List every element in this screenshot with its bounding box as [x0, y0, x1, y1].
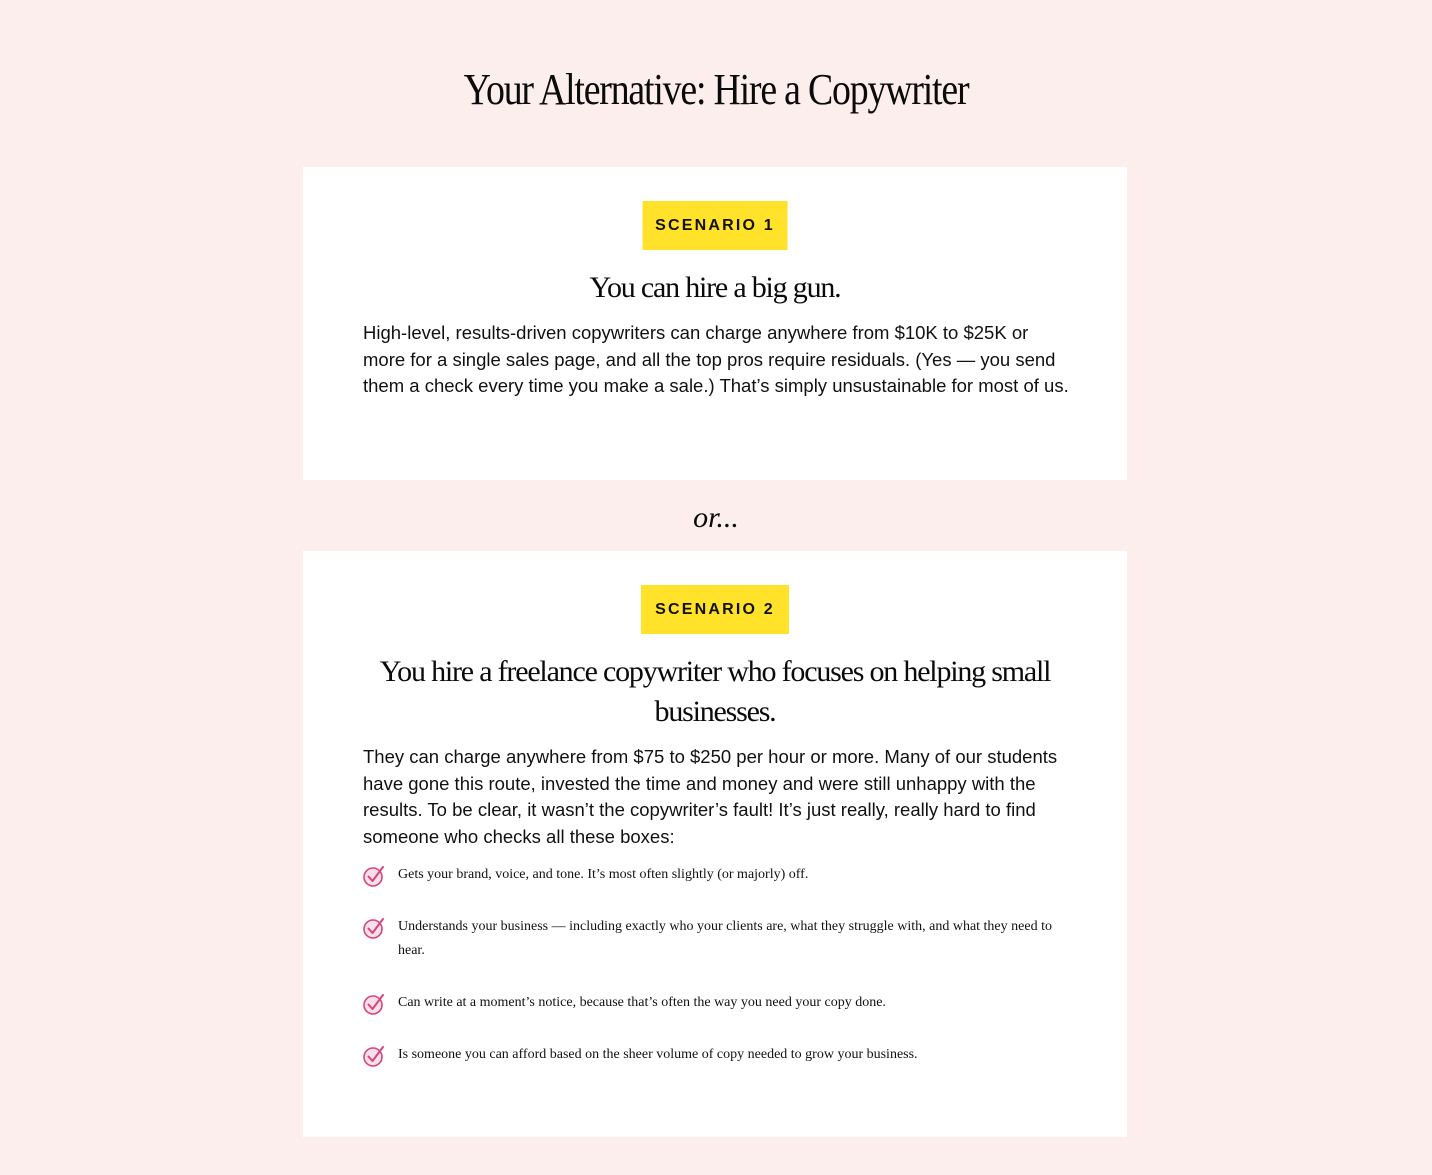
checklist-item-text: Gets your brand, voice, and tone. It’s m…: [398, 867, 809, 882]
scenario-1-heading: You can hire a big gun.: [589, 271, 842, 304]
scenario-2-badge: SCENARIO 2: [641, 585, 789, 634]
checklist-item-text: Understands your business — including ex…: [398, 919, 1052, 958]
scenario-2-card: SCENARIO 2 You hire a freelance copywrit…: [303, 551, 1127, 1137]
checklist-item-text: Can write at a moment’s notice, because …: [398, 995, 886, 1010]
scenario-2-body: They can charge anywhere from $75 to $25…: [363, 746, 1058, 847]
checklist-item-text: Is someone you can afford based on the s…: [398, 1047, 918, 1062]
check-circle-icon: [363, 994, 384, 1015]
scenario-1-body: High-level, results-driven copywriters c…: [363, 322, 1069, 396]
scenario-1-badge: SCENARIO 1: [642, 201, 788, 250]
scenario-2-heading: You hire a freelance copywriter who focu…: [379, 655, 1052, 728]
checklist-item-brand: Gets your brand, voice, and tone. It’s m…: [362, 863, 1062, 887]
requirements-checklist: Gets your brand, voice, and tone. It’s m…: [362, 863, 1062, 1095]
scenario-1-card: SCENARIO 1 You can hire a big gun. High-…: [303, 167, 1127, 480]
check-circle-icon: [363, 918, 384, 939]
checklist-item-timing: Can write at a moment’s notice, because …: [362, 991, 1062, 1015]
check-circle-icon: [363, 1046, 384, 1067]
checklist-item-afford: Is someone you can afford based on the s…: [362, 1043, 1062, 1067]
page-title: Your Alternative: Hire a Copywriter: [463, 65, 970, 114]
checklist-item-business: Understands your business — including ex…: [362, 915, 1062, 963]
check-circle-icon: [363, 866, 384, 887]
or-separator: or...: [693, 501, 739, 534]
